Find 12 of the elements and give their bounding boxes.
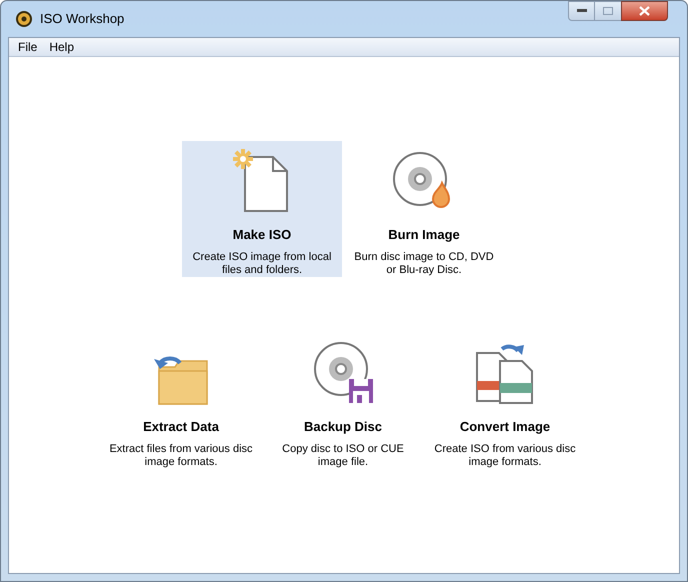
disc-logo-icon bbox=[15, 10, 33, 28]
menu-item[interactable]: File bbox=[12, 38, 44, 56]
menu-item[interactable]: Help bbox=[43, 38, 80, 56]
disc-floppy-icon bbox=[311, 341, 375, 405]
close-button[interactable] bbox=[621, 1, 668, 21]
task-tile[interactable]: Make ISO Create ISO image from local files and folders. bbox=[182, 141, 342, 277]
close-icon bbox=[639, 6, 650, 16]
minimize-icon bbox=[576, 9, 586, 13]
document-gear-icon bbox=[233, 149, 291, 213]
window-title: ISO Workshop bbox=[40, 10, 124, 28]
minimize-button[interactable] bbox=[568, 1, 595, 21]
maximize-icon bbox=[603, 7, 613, 15]
